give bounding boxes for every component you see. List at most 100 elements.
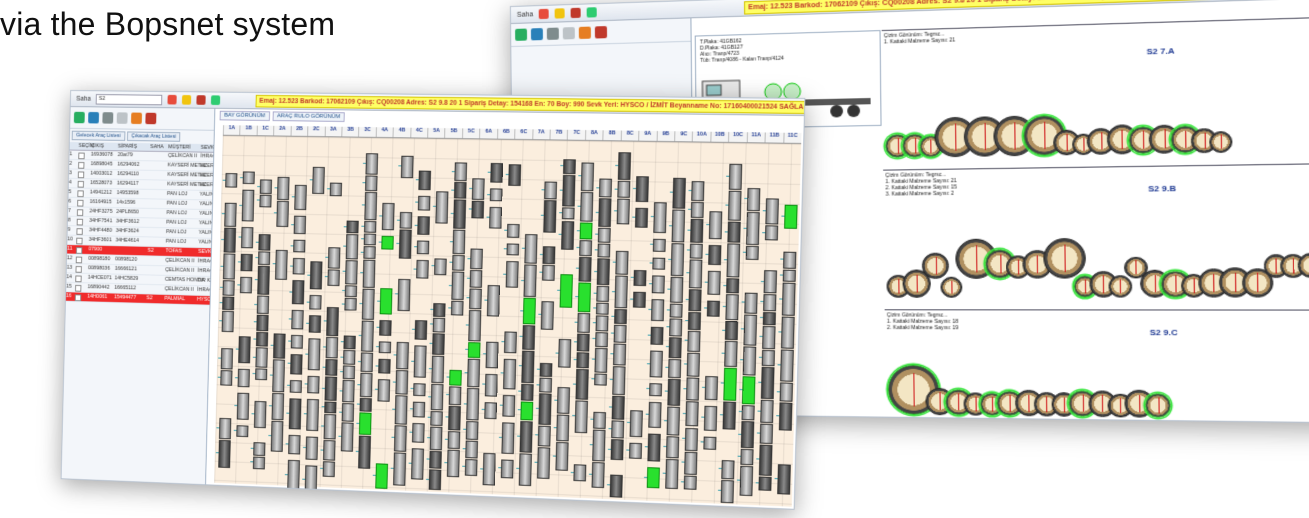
tab-coil-view[interactable]: ARAÇ RULO GÖRÜNÜM bbox=[272, 111, 345, 122]
coil-box[interactable] bbox=[523, 264, 537, 298]
coil-box[interactable] bbox=[259, 194, 272, 208]
coil-box[interactable] bbox=[726, 278, 740, 294]
coil-box[interactable] bbox=[471, 200, 485, 219]
coil-box[interactable] bbox=[451, 271, 465, 301]
coil-box[interactable] bbox=[594, 373, 607, 387]
coil-box[interactable] bbox=[688, 288, 702, 312]
coil-box[interactable] bbox=[322, 461, 336, 478]
coil-box[interactable] bbox=[579, 222, 593, 240]
coil-box[interactable] bbox=[652, 257, 666, 270]
coil-box[interactable] bbox=[344, 285, 358, 298]
coil-box[interactable] bbox=[343, 335, 356, 350]
coil-box[interactable] bbox=[469, 288, 482, 309]
coil-box[interactable] bbox=[489, 188, 503, 202]
coil-box[interactable] bbox=[395, 370, 409, 395]
coil-box[interactable] bbox=[688, 259, 703, 289]
coil-box[interactable] bbox=[467, 342, 481, 359]
coil-box[interactable] bbox=[290, 334, 304, 349]
grid-header-cell[interactable]: ÇIKIŞ bbox=[91, 143, 118, 149]
coil-box[interactable] bbox=[522, 325, 536, 350]
coil-box[interactable] bbox=[241, 227, 254, 249]
coil-box[interactable] bbox=[782, 269, 796, 283]
coil-box[interactable] bbox=[309, 260, 323, 290]
coil-box[interactable] bbox=[761, 349, 775, 367]
coil-box[interactable] bbox=[617, 180, 631, 198]
coil-box[interactable] bbox=[329, 182, 343, 196]
coil-box[interactable] bbox=[672, 177, 686, 209]
coil-box[interactable] bbox=[307, 375, 320, 394]
coil-box[interactable] bbox=[540, 301, 554, 330]
coil-box[interactable] bbox=[614, 309, 628, 324]
coil-box[interactable] bbox=[275, 249, 288, 281]
coil-box[interactable] bbox=[559, 274, 573, 308]
coil-box[interactable] bbox=[653, 202, 667, 233]
coil-box[interactable] bbox=[721, 459, 735, 480]
coil-box[interactable] bbox=[237, 369, 250, 388]
coil-box[interactable] bbox=[222, 253, 236, 280]
coil-box[interactable] bbox=[576, 352, 590, 369]
coil-box[interactable] bbox=[484, 373, 498, 397]
coil-box[interactable] bbox=[617, 152, 632, 181]
coil-box[interactable] bbox=[503, 358, 517, 390]
print-icon[interactable] bbox=[546, 27, 559, 40]
coil-box[interactable] bbox=[596, 258, 610, 286]
coil-box[interactable] bbox=[668, 336, 682, 359]
coil-box[interactable] bbox=[218, 439, 231, 468]
coil-box[interactable] bbox=[393, 452, 407, 486]
coil-box[interactable] bbox=[707, 270, 721, 296]
grid-header-cell[interactable]: SİPARİŞ bbox=[118, 144, 150, 150]
coil-box[interactable] bbox=[394, 394, 408, 425]
grid-header-cell[interactable]: SAHA bbox=[150, 144, 168, 150]
row-checkbox[interactable] bbox=[74, 293, 82, 301]
coil-box[interactable] bbox=[464, 458, 478, 477]
coil-box[interactable] bbox=[616, 198, 630, 225]
coil-box[interactable] bbox=[225, 173, 238, 188]
coil-box[interactable] bbox=[379, 319, 392, 336]
coil-box[interactable] bbox=[726, 243, 741, 278]
save-icon[interactable] bbox=[530, 28, 543, 41]
coil-box[interactable] bbox=[452, 255, 465, 271]
coil-box[interactable] bbox=[220, 370, 233, 386]
coil-box[interactable] bbox=[703, 436, 717, 450]
coil-circle[interactable] bbox=[1108, 274, 1133, 298]
coil-box[interactable] bbox=[706, 300, 720, 317]
coil-box[interactable] bbox=[597, 243, 611, 258]
coil-box[interactable] bbox=[364, 220, 377, 233]
coil-box[interactable] bbox=[485, 341, 499, 368]
coil-box[interactable] bbox=[240, 253, 253, 271]
coil-circle[interactable] bbox=[940, 276, 963, 298]
coil-box[interactable] bbox=[222, 296, 235, 311]
coil-box[interactable] bbox=[411, 448, 425, 480]
coil-box[interactable] bbox=[539, 377, 553, 393]
coil-box[interactable] bbox=[690, 218, 704, 243]
edit-icon[interactable] bbox=[539, 8, 550, 20]
coil-box[interactable] bbox=[708, 244, 722, 266]
copy-icon[interactable] bbox=[116, 112, 128, 124]
coil-box[interactable] bbox=[576, 333, 590, 352]
coil-box[interactable] bbox=[649, 383, 663, 396]
coil-box[interactable] bbox=[740, 421, 755, 449]
coil-box[interactable] bbox=[430, 383, 444, 411]
coil-box[interactable] bbox=[503, 331, 517, 354]
coil-box[interactable] bbox=[610, 439, 624, 461]
coil-box[interactable] bbox=[667, 378, 681, 406]
coil-box[interactable] bbox=[613, 324, 627, 344]
row-checkbox[interactable] bbox=[76, 208, 84, 216]
refresh-icon[interactable] bbox=[211, 95, 221, 106]
coil-box[interactable] bbox=[378, 359, 391, 374]
coil-box[interactable] bbox=[722, 401, 737, 430]
coil-box[interactable] bbox=[252, 456, 266, 470]
coil-box[interactable] bbox=[690, 202, 704, 218]
coil-box[interactable] bbox=[669, 318, 683, 337]
tab-outgoing-vehicles[interactable]: Çıkacak Araç Listesi bbox=[126, 131, 181, 142]
coil-box[interactable] bbox=[447, 430, 461, 450]
coil-box[interactable] bbox=[358, 412, 372, 436]
coil-box[interactable] bbox=[684, 427, 699, 452]
coil-box[interactable] bbox=[326, 306, 339, 336]
coil-box[interactable] bbox=[449, 369, 462, 386]
coil-box[interactable] bbox=[724, 341, 738, 368]
coil-box[interactable] bbox=[650, 326, 664, 346]
row-checkbox[interactable] bbox=[75, 246, 83, 254]
coil-box[interactable] bbox=[393, 424, 407, 452]
coil-box[interactable] bbox=[397, 278, 411, 311]
